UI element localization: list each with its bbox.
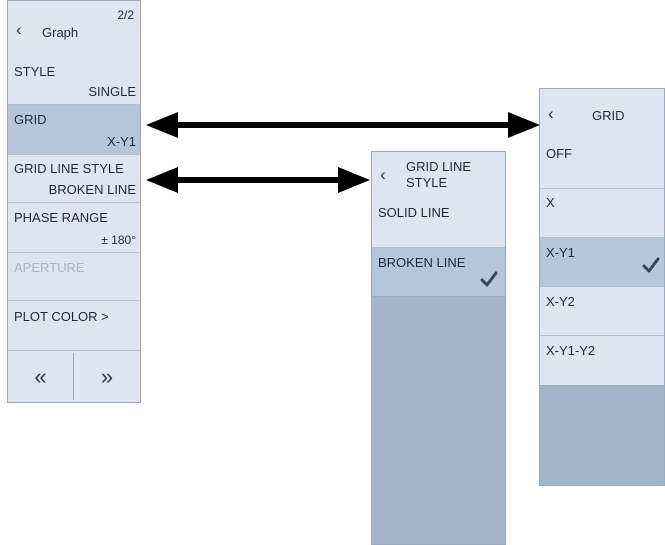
connector-arrows [146,112,540,193]
double-arrow-grid-line-style [146,167,370,193]
double-arrow-grid [146,112,540,138]
